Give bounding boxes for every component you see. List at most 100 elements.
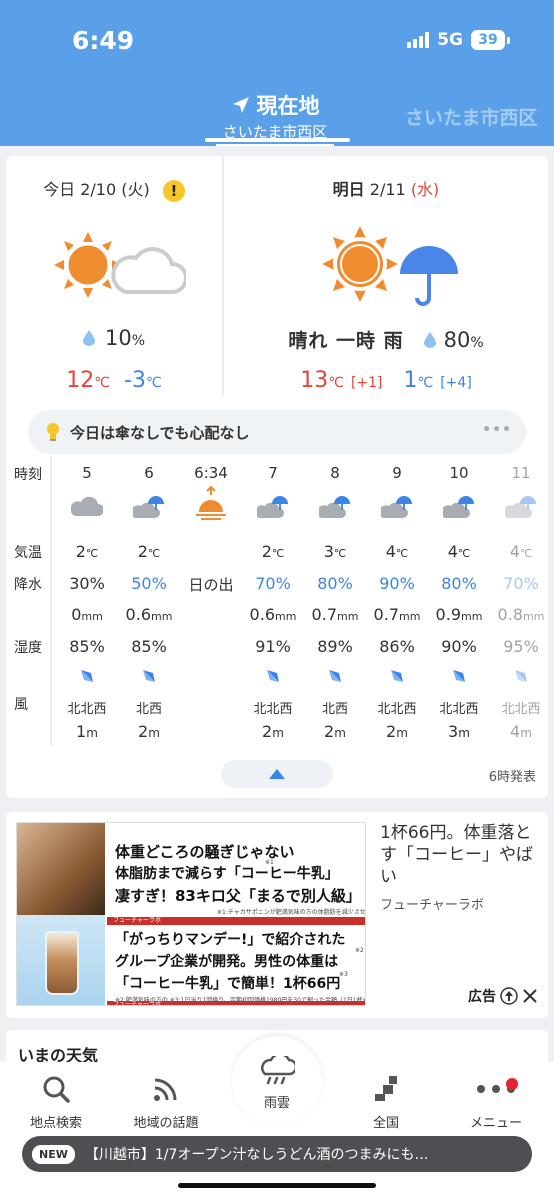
hour-temp: 4℃	[385, 542, 409, 561]
hour-precip: 0.7mm	[311, 605, 359, 624]
ad-title[interactable]: 1杯66円。体重落とす「コーヒー」やばい	[380, 822, 540, 888]
cloud-umbrella-icon	[490, 494, 552, 524]
japan-map-icon	[375, 1076, 397, 1101]
hour-column: 6 2℃ 50% 0.6mm 85% 北西 2m	[118, 456, 180, 746]
hour-time: 10	[449, 464, 469, 482]
ad-brand-bar-1: フューチャーラボ	[107, 917, 365, 925]
lightbulb-icon	[47, 423, 59, 441]
bottom-nav: 地点検索 地域の話題 雨雲 全国 メニュー	[0, 1036, 554, 1200]
ad-image[interactable]: 体重どころの騒ぎじゃない ※1 体脂肪まで減らす「コーヒー牛乳」 凄すぎ！83キ…	[16, 822, 366, 1006]
tomorrow-condition: 晴れ 一時 雨	[288, 330, 404, 352]
ad-line-5: グループ企業が開発。男性の体重は	[115, 954, 339, 970]
hour-wind-speed: 2m	[138, 722, 160, 741]
tomorrow-temps: 13℃ [+1] 1℃ [+4]	[224, 368, 548, 393]
hour-precip: 0.6mm	[125, 605, 173, 624]
warning-icon[interactable]: !	[162, 179, 185, 202]
active-tab-indicator	[205, 138, 350, 142]
cloud-umbrella-icon	[242, 494, 304, 524]
hour-precip: 0.9mm	[435, 605, 483, 624]
hour-wind-speed: 3m	[448, 722, 470, 741]
ad-line-4: 「がっちりマンデー!」で紹介された	[115, 932, 346, 948]
hourly-forecast-table[interactable]: 時刻 気温 降水 湿度 風 5 2℃ 30% 0mm 85% 北北西 1m 6 2℃ 50% 0.6…	[6, 456, 548, 746]
cloud-umbrella-icon	[366, 494, 428, 524]
tomorrow-forecast[interactable]: 明日 2/11 (水) 晴れ 一時 雨 80% 13℃ [+1] 1℃ [+4]	[222, 156, 548, 396]
tomorrow-high: 13℃ [+1]	[300, 368, 383, 393]
location-arrow-icon	[232, 97, 249, 113]
label-humidity: 湿度	[14, 640, 42, 656]
news-ticker[interactable]: NEW 【川越市】1/7オープン汁なしうどん酒のつまみにも…	[22, 1136, 532, 1172]
hour-wind-direction: 北北西	[439, 702, 479, 717]
today-low: -3℃	[124, 368, 162, 393]
hour-precip: 0.8mm	[497, 605, 545, 624]
umbrella-tip-bar[interactable]: 今日は傘なしでも心配なし •••	[28, 410, 526, 454]
hour-wind-speed: 2m	[324, 722, 346, 741]
hour-temp: 2℃	[137, 542, 161, 561]
hour-wind-direction: 北北西	[67, 702, 107, 717]
hour-column: 9 4℃ 90% 0.7mm 86% 北北西 2m	[366, 456, 428, 746]
status-time: 6:49	[72, 26, 135, 55]
coffee-cup-icon	[45, 931, 79, 995]
hour-wind-speed: 2m	[386, 722, 408, 741]
hour-rain-chance: 80%	[317, 574, 353, 593]
hour-wind-direction: 北西	[135, 702, 162, 717]
hour-time: 8	[330, 464, 340, 482]
hour-temp: 3℃	[323, 542, 347, 561]
tomorrow-low: 1℃ [+4]	[403, 368, 472, 393]
more-icon[interactable]: •••	[482, 422, 512, 438]
hour-precip: 0mm	[71, 605, 103, 624]
raindrop-icon	[423, 332, 436, 348]
hour-time: 7	[268, 464, 278, 482]
hour-humidity: 85%	[69, 637, 105, 656]
location-tab-next[interactable]: さいたま市西区	[405, 103, 537, 130]
home-indicator[interactable]	[178, 1183, 376, 1188]
expand-button[interactable]	[221, 760, 333, 788]
hour-rain-chance: 50%	[131, 574, 167, 593]
nav-radar[interactable]: 雨雲	[232, 1036, 322, 1126]
cloud-umbrella-icon	[304, 494, 366, 524]
hour-column: 5 2℃ 30% 0mm 85% 北北西 1m	[56, 456, 118, 746]
sunrise-icon	[180, 485, 242, 520]
hour-rain-chance: 80%	[441, 574, 477, 593]
wind-arrow-icon	[366, 668, 428, 688]
hour-humidity: 85%	[131, 637, 167, 656]
wind-arrow-icon	[118, 668, 180, 688]
ad-note-mark-2: ※2	[355, 947, 364, 954]
ad-label[interactable]: 広告	[468, 986, 538, 1006]
close-icon[interactable]	[522, 988, 538, 1004]
status-icons: 5G 39	[407, 30, 510, 50]
ad-line-2: 体脂肪まで減らす「コーヒー牛乳」	[115, 866, 339, 882]
ad-photo-person	[17, 823, 105, 915]
hour-rain-chance: 30%	[69, 574, 105, 593]
today-high: 12℃	[66, 368, 111, 393]
wind-arrow-icon	[56, 668, 118, 688]
nav-topics[interactable]: 地域の話題	[116, 1072, 216, 1131]
hour-temp: 4℃	[447, 542, 471, 561]
cloud-umbrella-icon	[428, 494, 490, 524]
today-forecast[interactable]: 今日 2/10 (火) ! 10% 12℃ -3℃	[6, 156, 222, 396]
network-label: 5G	[437, 30, 463, 50]
header: 6:49 5G 39 現在地 さいたま市西区 さいたま市西区	[0, 0, 554, 146]
wind-arrow-icon	[428, 668, 490, 688]
hour-wind-direction: 北北西	[501, 702, 541, 717]
raindrop-icon	[82, 330, 95, 346]
sun-cloud-icon	[54, 232, 186, 298]
nav-national[interactable]: 全国	[336, 1072, 436, 1131]
hour-humidity: 89%	[317, 637, 353, 656]
ad-card[interactable]: 体重どころの騒ぎじゃない ※1 体脂肪まで減らす「コーヒー牛乳」 凄すぎ！83キ…	[6, 812, 548, 1018]
new-badge: NEW	[32, 1144, 75, 1164]
nav-search[interactable]: 地点検索	[6, 1072, 106, 1131]
ad-info-icon[interactable]	[500, 987, 518, 1005]
hour-humidity: 86%	[379, 637, 415, 656]
hour-rain-chance: 70%	[503, 574, 539, 593]
ad-line-3: 凄すぎ！83キロ父「まるで別人級」	[115, 887, 361, 905]
ad-fine-1: ※1:チャカサポニンが肥満気味の方の体脂肪を減少させること	[217, 909, 366, 916]
today-rain-chance: 10%	[6, 326, 222, 350]
hour-wind-direction: 北西	[321, 702, 348, 717]
hour-time: 9	[392, 464, 402, 482]
hour-rain-chance: 70%	[255, 574, 291, 593]
hour-temp: 2℃	[261, 542, 285, 561]
hour-precip: 0.6mm	[249, 605, 297, 624]
hour-time: 6	[144, 464, 154, 482]
update-time: 6時発表	[488, 770, 536, 785]
nav-menu[interactable]: メニュー	[446, 1072, 546, 1131]
